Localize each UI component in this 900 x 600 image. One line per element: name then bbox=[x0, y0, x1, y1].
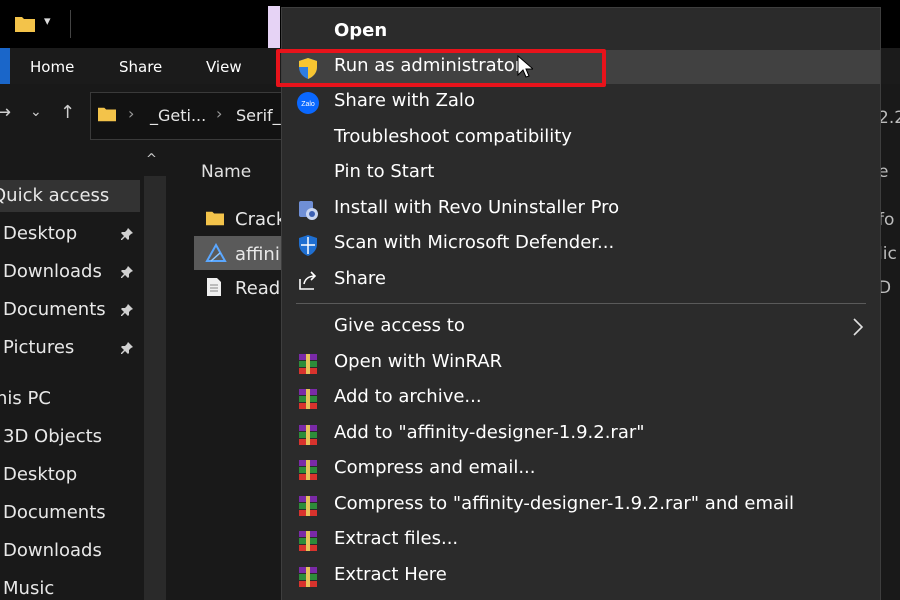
nav-item-this-pc[interactable]: his PC bbox=[0, 388, 51, 409]
breadcrumb-item[interactable]: Serif_ bbox=[236, 106, 281, 125]
nav-item-music[interactable]: Music bbox=[3, 578, 54, 599]
svg-text:Zalo: Zalo bbox=[301, 101, 315, 108]
menu-label: Troubleshoot compatibility bbox=[334, 126, 572, 147]
navigation-scrollbar[interactable] bbox=[144, 176, 166, 600]
breadcrumb-item[interactable]: _Geti... bbox=[150, 106, 206, 125]
winrar-icon bbox=[299, 567, 317, 587]
menu-item-extract-files[interactable]: Extract files... bbox=[282, 523, 880, 557]
menu-label: Scan with Microsoft Defender... bbox=[334, 232, 615, 253]
chevron-right-icon bbox=[853, 318, 864, 336]
context-menu: Open Run as administrator Zalo Share wit… bbox=[281, 7, 881, 600]
menu-separator bbox=[296, 303, 866, 304]
collapse-arrow-icon[interactable]: ^ bbox=[146, 152, 157, 167]
nav-item-3d-objects[interactable]: 3D Objects bbox=[3, 426, 102, 447]
text-file-icon bbox=[207, 278, 221, 296]
winrar-icon bbox=[299, 460, 317, 480]
menu-label: Open bbox=[334, 20, 388, 41]
menu-label: Add to "affinity-designer-1.9.2.rar" bbox=[334, 422, 645, 443]
menu-item-extract-here[interactable]: Extract Here bbox=[282, 559, 880, 593]
nav-item-documents-pc[interactable]: Documents bbox=[3, 502, 106, 523]
column-header-name[interactable]: Name bbox=[201, 162, 251, 182]
nav-item-desktop[interactable]: Desktop bbox=[3, 223, 77, 244]
menu-label: Give access to bbox=[334, 315, 465, 336]
folder-icon bbox=[206, 211, 224, 226]
nav-item-downloads[interactable]: Downloads bbox=[3, 261, 102, 282]
menu-item-share-with-zalo[interactable]: Zalo Share with Zalo bbox=[282, 85, 880, 119]
breadcrumb-separator: › bbox=[216, 104, 223, 123]
menu-label: Share with Zalo bbox=[334, 90, 475, 111]
file-tab[interactable] bbox=[0, 48, 10, 84]
pin-icon bbox=[121, 266, 133, 278]
share-icon bbox=[299, 271, 317, 290]
menu-item-scan-with-defender[interactable]: Scan with Microsoft Defender... bbox=[282, 227, 880, 261]
nav-item-downloads-pc[interactable]: Downloads bbox=[3, 540, 102, 561]
file-item-read[interactable]: Read bbox=[235, 278, 280, 299]
file-item-affinity[interactable]: affini bbox=[235, 244, 280, 265]
menu-item-open[interactable]: Open bbox=[282, 15, 880, 49]
menu-item-install-with-revo[interactable]: Install with Revo Uninstaller Pro bbox=[282, 192, 880, 226]
tab-home[interactable]: Home bbox=[30, 58, 74, 76]
nav-item-documents[interactable]: Documents bbox=[3, 299, 106, 320]
nav-item-desktop-pc[interactable]: Desktop bbox=[3, 464, 77, 485]
menu-item-pin-to-start[interactable]: Pin to Start bbox=[282, 156, 880, 190]
menu-label: Add to archive... bbox=[334, 386, 482, 407]
pin-icon bbox=[121, 304, 133, 316]
revo-uninstaller-icon bbox=[299, 201, 318, 220]
quick-access-dropdown-icon[interactable]: ▾ bbox=[44, 14, 51, 29]
folder-icon bbox=[98, 107, 116, 122]
menu-label: Install with Revo Uninstaller Pro bbox=[334, 197, 620, 218]
menu-label: Extract Here bbox=[334, 564, 447, 585]
menu-label: Extract files... bbox=[334, 528, 459, 549]
menu-item-add-to-archive[interactable]: Add to archive... bbox=[282, 381, 880, 415]
winrar-icon bbox=[299, 425, 317, 445]
window-edge bbox=[268, 6, 280, 50]
menu-item-give-access-to[interactable]: Give access to bbox=[282, 310, 880, 344]
annotation-highlight-box bbox=[276, 49, 606, 87]
winrar-icon bbox=[299, 531, 317, 551]
nav-item-quick-access[interactable]: Quick access bbox=[0, 185, 109, 206]
menu-label: Compress to "affinity-designer-1.9.2.rar… bbox=[334, 493, 795, 514]
nav-item-pictures[interactable]: Pictures bbox=[3, 337, 74, 358]
menu-label: Share bbox=[334, 268, 386, 289]
mouse-cursor-icon bbox=[517, 55, 533, 78]
menu-item-share[interactable]: Share bbox=[282, 263, 880, 297]
pin-icon bbox=[121, 228, 133, 240]
menu-item-compress-and-email[interactable]: Compress and email... bbox=[282, 452, 880, 486]
menu-item-add-to-rar[interactable]: Add to "affinity-designer-1.9.2.rar" bbox=[282, 417, 880, 451]
recent-locations-chevron-icon[interactable]: ⌄ bbox=[30, 104, 42, 120]
menu-label: Pin to Start bbox=[334, 161, 435, 182]
forward-arrow-icon[interactable]: → bbox=[0, 102, 11, 123]
menu-item-open-with-winrar[interactable]: Open with WinRAR bbox=[282, 346, 880, 380]
menu-label: Compress and email... bbox=[334, 457, 536, 478]
menu-item-troubleshoot-compatibility[interactable]: Troubleshoot compatibility bbox=[282, 121, 880, 155]
right-fragment: 2.2 bbox=[878, 108, 900, 128]
tab-view[interactable]: View bbox=[206, 58, 242, 76]
winrar-icon bbox=[299, 389, 317, 409]
up-arrow-icon[interactable]: ↑ bbox=[60, 102, 75, 123]
defender-shield-icon bbox=[299, 235, 317, 256]
pin-icon bbox=[121, 342, 133, 354]
breadcrumb-separator: › bbox=[128, 104, 135, 123]
menu-item-compress-to-rar-and-email[interactable]: Compress to "affinity-designer-1.9.2.rar… bbox=[282, 488, 880, 522]
winrar-icon bbox=[299, 496, 317, 516]
zalo-icon: Zalo bbox=[297, 92, 319, 114]
file-item-crack[interactable]: Crack bbox=[235, 209, 286, 230]
toolbar-divider bbox=[70, 10, 71, 38]
affinity-app-icon bbox=[205, 243, 227, 262]
winrar-icon bbox=[299, 354, 317, 374]
folder-icon[interactable] bbox=[14, 14, 36, 34]
tab-share[interactable]: Share bbox=[119, 58, 162, 76]
menu-label: Open with WinRAR bbox=[334, 351, 503, 372]
